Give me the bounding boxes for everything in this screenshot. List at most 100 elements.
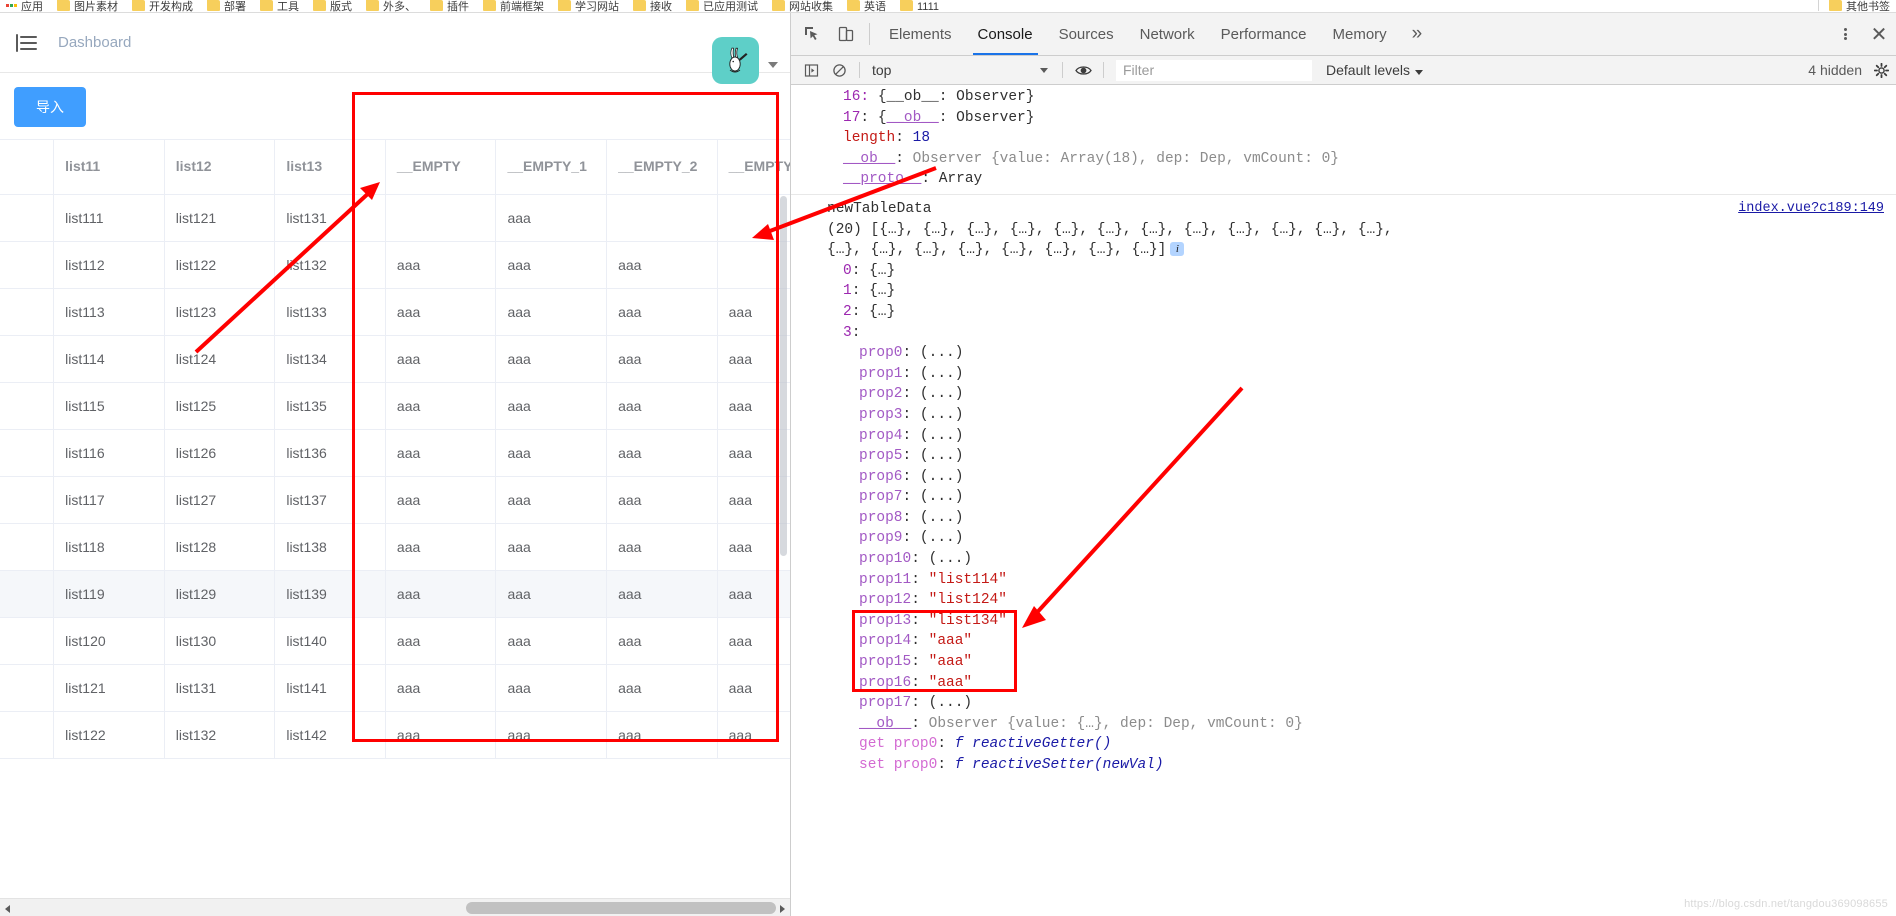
console-line[interactable]: {…}, {…}, {…}, {…}, {…}, {…}, {…}, {…}] i	[791, 240, 1896, 261]
column-header-list11[interactable]: list11	[53, 140, 165, 195]
column-header-empty2[interactable]: __EMPTY_2	[606, 140, 718, 195]
bookmark-item[interactable]: 版式	[313, 0, 352, 12]
close-icon[interactable]: ✕	[1862, 13, 1896, 55]
bookmark-item[interactable]: 前端框架	[483, 0, 544, 12]
scrollbar-track[interactable]	[16, 898, 776, 916]
console-line[interactable]: newTableData index.vue?c189:149	[791, 193, 1896, 220]
console-line[interactable]: prop5: (...)	[791, 446, 1896, 467]
scrollbar-thumb[interactable]	[780, 196, 787, 556]
inspect-element-icon[interactable]	[795, 13, 829, 55]
console-message-list[interactable]: 16: {__ob__: Observer} 17: {__ob__: Obser…	[791, 85, 1896, 916]
console-line[interactable]: __ob__: Observer {value: {…}, dep: Dep, …	[791, 714, 1896, 735]
table-row[interactable]: list122list132list142aaaaaaaaaaaaaaaaaaa…	[0, 711, 790, 759]
bookmark-item[interactable]: 英语	[847, 0, 886, 12]
bookmark-item[interactable]: 工具	[260, 0, 299, 12]
console-line[interactable]: prop8: (...)	[791, 508, 1896, 529]
table-horizontal-scrollbar[interactable]	[0, 898, 790, 916]
bookmark-item[interactable]: 开发构成	[132, 0, 193, 12]
console-line[interactable]: prop16: "aaa"	[791, 673, 1896, 694]
console-line[interactable]: prop13: "list134"	[791, 611, 1896, 632]
table-row[interactable]: list113 list123 list133 aaa aaa aaa aaa	[0, 288, 790, 336]
tab-network[interactable]: Network	[1127, 13, 1208, 55]
console-line[interactable]: prop17: (...)	[791, 693, 1896, 714]
console-line[interactable]: (20) [{…}, {…}, {…}, {…}, {…}, {…}, {…},…	[791, 220, 1896, 241]
bookmark-item[interactable]: 部署	[207, 0, 246, 12]
console-line[interactable]: 2: {…}	[791, 302, 1896, 323]
more-vertical-icon[interactable]	[1828, 13, 1862, 55]
console-line[interactable]: prop3: (...)	[791, 405, 1896, 426]
chevron-double-right-icon[interactable]: »	[1400, 13, 1435, 55]
tab-sources[interactable]: Sources	[1046, 13, 1127, 55]
table-vertical-scrollbar[interactable]	[780, 196, 788, 716]
bookmark-item[interactable]: 网站收集	[772, 0, 833, 12]
console-line[interactable]: 17: {__ob__: Observer}	[791, 108, 1896, 129]
table-row[interactable]: list119list129list139aaaaaaaaaaaaaaaaaaa…	[0, 570, 790, 618]
menu-fold-icon[interactable]	[16, 33, 38, 53]
gear-icon[interactable]	[1870, 62, 1896, 78]
bookmark-item[interactable]: 图片素材	[57, 0, 118, 12]
bookmark-item[interactable]: 插件	[430, 0, 469, 12]
table-row[interactable]: list120list130list140aaaaaaaaaaaaaaaaaaa…	[0, 617, 790, 665]
device-toolbar-icon[interactable]	[829, 13, 863, 55]
scrollbar-thumb[interactable]	[466, 901, 776, 914]
column-header-index[interactable]	[0, 140, 55, 195]
console-line[interactable]: prop1: (...)	[791, 364, 1896, 385]
console-line[interactable]: prop10: (...)	[791, 549, 1896, 570]
live-expression-icon[interactable]	[1069, 57, 1097, 83]
console-sidebar-icon[interactable]	[797, 57, 825, 83]
console-line[interactable]: prop11: "list114"	[791, 570, 1896, 591]
table-row[interactable]: list116list126list136aaaaaaaaaaaaaaaaaaa…	[0, 429, 790, 477]
console-source-link[interactable]: index.vue?c189:149	[1738, 199, 1884, 220]
console-line[interactable]: prop15: "aaa"	[791, 652, 1896, 673]
tab-performance[interactable]: Performance	[1208, 13, 1320, 55]
console-line[interactable]: 3:	[791, 323, 1896, 344]
tab-memory[interactable]: Memory	[1320, 13, 1400, 55]
console-line[interactable]: get prop0: f reactiveGetter()	[791, 734, 1896, 755]
console-line[interactable]: prop9: (...)	[791, 528, 1896, 549]
table-row[interactable]: list121list131list141aaaaaaaaaaaaaaaaaaa…	[0, 664, 790, 712]
console-line[interactable]: set prop0: f reactiveSetter(newVal)	[791, 755, 1896, 776]
execution-context-select[interactable]: top	[866, 59, 1056, 81]
tab-console[interactable]: Console	[965, 13, 1046, 55]
tab-elements[interactable]: Elements	[876, 13, 965, 55]
console-line[interactable]: prop12: "list124"	[791, 590, 1896, 611]
console-line[interactable]: prop2: (...)	[791, 384, 1896, 405]
rabbit-extension-button[interactable]	[712, 37, 759, 84]
console-line[interactable]: 16: {__ob__: Observer}	[791, 87, 1896, 108]
bookmark-apps[interactable]: 应用	[6, 0, 43, 12]
scroll-right-arrow-icon[interactable]	[774, 900, 790, 916]
column-header-empty3[interactable]: __EMPTY_3	[717, 140, 790, 195]
column-header-list12[interactable]: list12	[164, 140, 276, 195]
console-line[interactable]: length: 18	[791, 128, 1896, 149]
table-row[interactable]: list112 list122 list132 aaa aaa aaa	[0, 241, 790, 289]
bookmark-item[interactable]: 接收	[633, 0, 672, 12]
import-button[interactable]: 导入	[14, 87, 86, 127]
console-line[interactable]: 0: {…}	[791, 261, 1896, 282]
column-header-empty0[interactable]: __EMPTY	[385, 140, 497, 195]
column-header-list13[interactable]: list13	[274, 140, 386, 195]
console-line[interactable]: __ob__: Observer {value: Array(18), dep:…	[791, 149, 1896, 170]
table-row[interactable]: list118list128list138aaaaaaaaaaaaaaaaaaa…	[0, 523, 790, 571]
table-row[interactable]: list114list124list134aaaaaaaaaaaaaaa	[0, 335, 790, 383]
console-line[interactable]: __proto__: Array	[791, 169, 1896, 190]
extension-dropdown-caret-icon[interactable]	[768, 62, 778, 68]
console-line[interactable]: 1: {…}	[791, 281, 1896, 302]
console-line[interactable]: prop0: (...)	[791, 343, 1896, 364]
info-badge-icon[interactable]: i	[1170, 242, 1185, 257]
table-row[interactable]: list115list125list135aaaaaaaaaaaaaaaaaa	[0, 382, 790, 430]
bookmark-item[interactable]: 外多、	[366, 0, 416, 12]
bookmark-item[interactable]: 学习网站	[558, 0, 619, 12]
scroll-left-arrow-icon[interactable]	[0, 900, 16, 916]
console-line[interactable]: prop7: (...)	[791, 487, 1896, 508]
bookmark-other[interactable]: 其他书签	[1829, 0, 1890, 12]
bookmark-item[interactable]: 已应用测试	[686, 0, 758, 12]
console-filter-input[interactable]: Filter	[1116, 59, 1312, 81]
table-row[interactable]: list117list127list137aaaaaaaaaaaaaaaaaaa…	[0, 476, 790, 524]
console-line[interactable]: prop14: "aaa"	[791, 631, 1896, 652]
log-levels-select[interactable]: Default levels	[1326, 62, 1424, 78]
console-line[interactable]: prop6: (...)	[791, 467, 1896, 488]
table-row[interactable]: list111 list121 list131 aaa	[0, 194, 790, 242]
clear-console-icon[interactable]	[825, 57, 853, 83]
console-line[interactable]: prop4: (...)	[791, 426, 1896, 447]
bookmark-item[interactable]: 1111	[900, 0, 939, 12]
